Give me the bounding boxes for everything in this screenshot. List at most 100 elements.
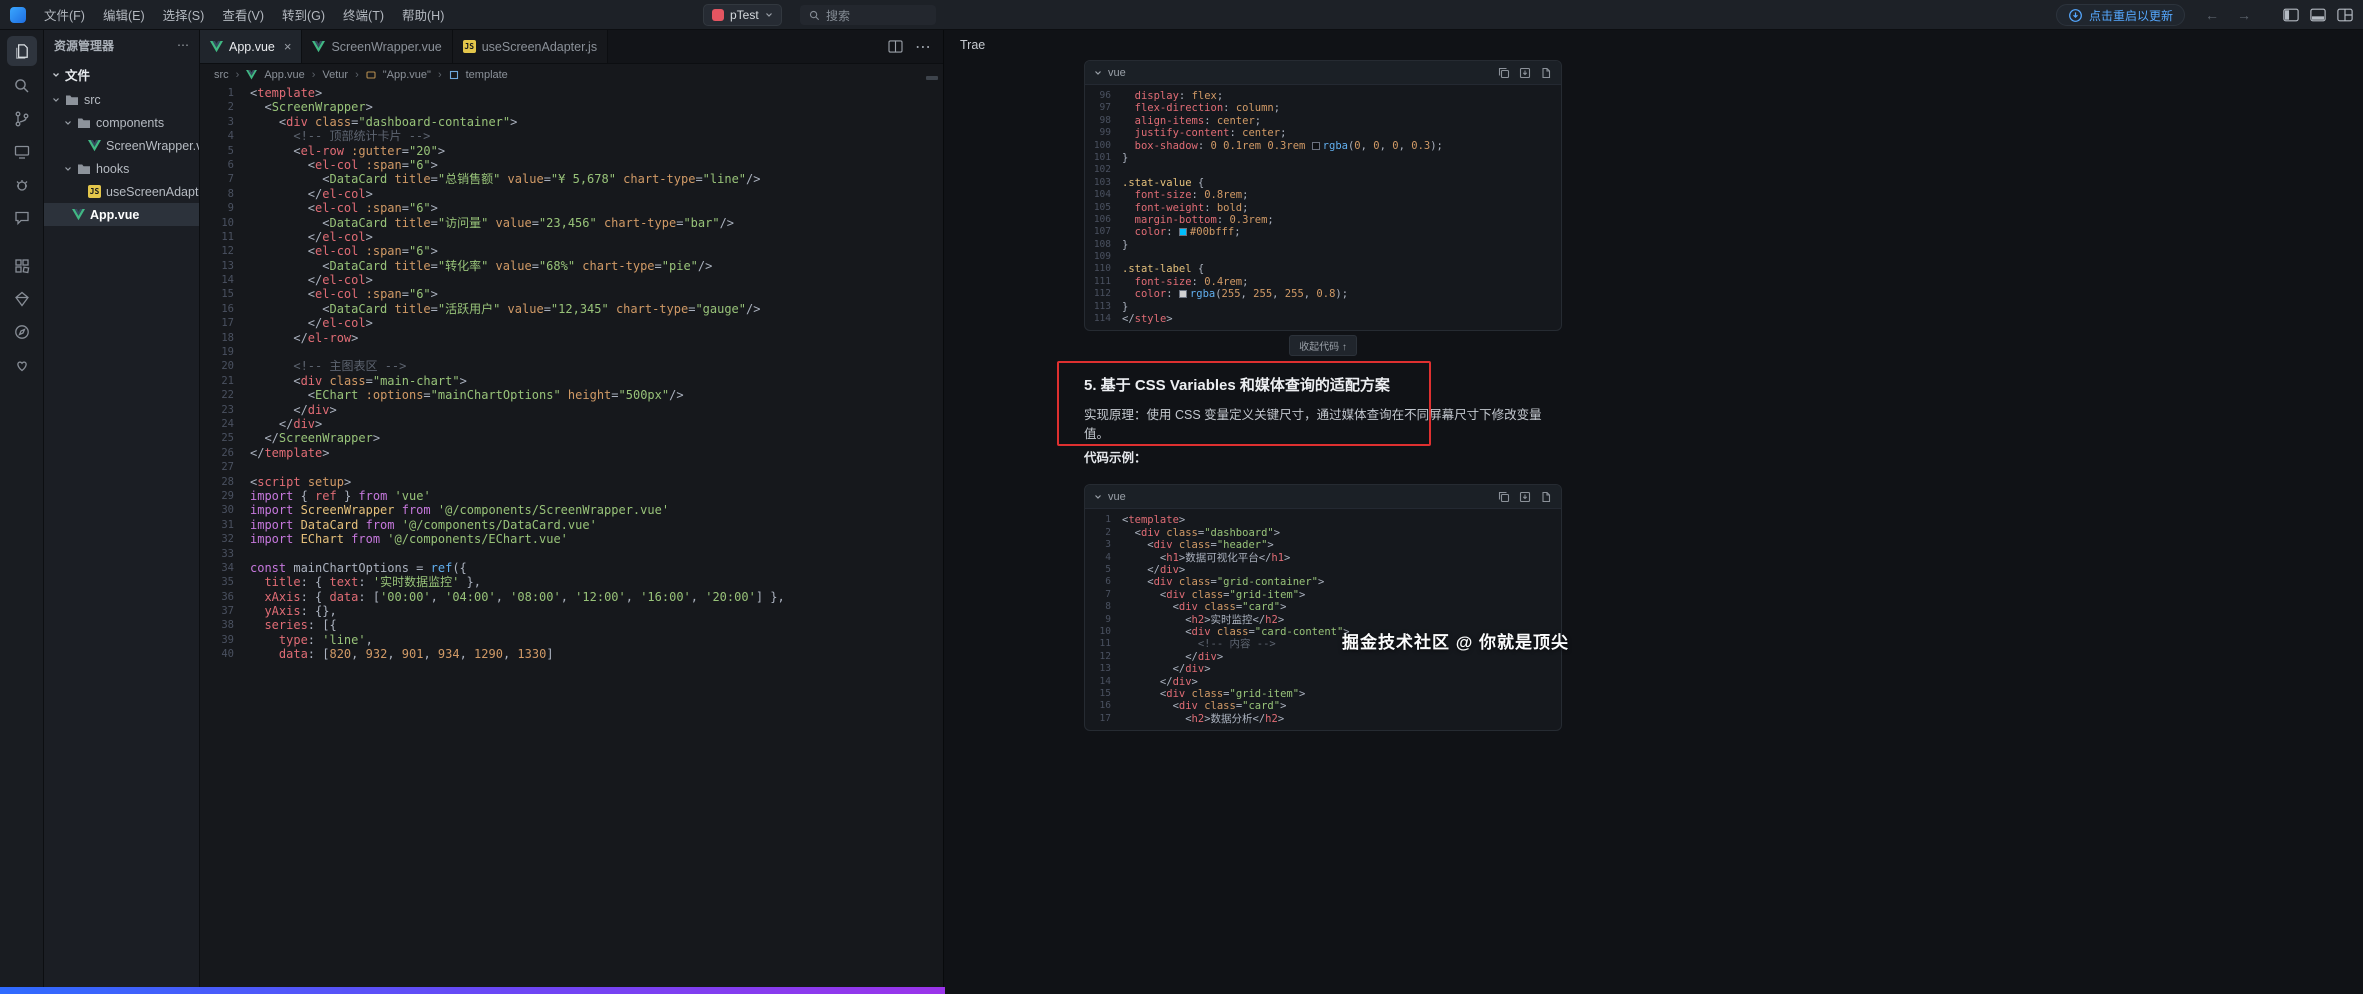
folder-icon <box>77 117 91 129</box>
code-card-header: vue <box>1085 485 1561 509</box>
chat-icon <box>13 209 31 227</box>
tree-item-label: components <box>96 116 164 130</box>
copy-icon[interactable] <box>1498 491 1510 503</box>
tab-usescreenadapter-js[interactable]: JS useScreenAdapter.js <box>453 30 608 63</box>
gem-icon <box>13 290 31 308</box>
js-icon: JS <box>88 185 101 198</box>
menu-view[interactable]: 查看(V) <box>214 2 272 27</box>
new-file-icon[interactable] <box>1540 67 1552 79</box>
split-editor-icon[interactable] <box>888 40 903 53</box>
trae-panel: Trae vue 96 display: flex;97 flex-direct… <box>944 30 2363 994</box>
menu-terminal[interactable]: 终端(T) <box>335 2 392 27</box>
breadcrumb-separator: › <box>355 69 359 81</box>
chevron-down-icon[interactable] <box>1094 69 1102 77</box>
chevron-down-icon <box>64 165 72 173</box>
activity-bar <box>0 30 44 994</box>
scrollbar-thumb[interactable] <box>926 76 938 80</box>
project-selector[interactable]: pTest <box>703 4 782 26</box>
tree-item-src[interactable]: src <box>44 88 199 111</box>
menu-help[interactable]: 帮助(H) <box>394 2 452 27</box>
code-card-actions <box>1498 491 1552 503</box>
section-code-label: 代码示例： <box>1084 447 1562 466</box>
breadcrumb-file[interactable]: App.vue <box>264 69 304 81</box>
back-button[interactable]: ← <box>2203 7 2221 23</box>
menu-selection[interactable]: 选择(S) <box>155 2 213 27</box>
toggle-sidebar-icon[interactable] <box>2283 8 2299 22</box>
copy-icon[interactable] <box>1498 67 1510 79</box>
insert-code-icon[interactable] <box>1519 491 1531 503</box>
menu-file[interactable]: 文件(F) <box>36 2 93 27</box>
breadcrumb-separator: › <box>236 69 240 81</box>
heart-icon <box>13 356 31 374</box>
activity-gem[interactable] <box>7 286 37 312</box>
sidebar-title: 资源管理器 <box>54 37 114 54</box>
tab-screenwrapper-vue[interactable]: ScreenWrapper.vue <box>302 30 452 63</box>
chevron-down-icon[interactable] <box>1094 493 1102 501</box>
tree-item-label: ScreenWrapper.vue <box>106 139 199 153</box>
code-card-header: vue <box>1085 61 1561 85</box>
section-heading: 5. 基于 CSS Variables 和媒体查询的适配方案 <box>1084 374 1562 395</box>
search-icon <box>13 77 31 95</box>
tree-item-label: src <box>84 93 101 107</box>
search-placeholder: 搜索 <box>826 7 850 24</box>
highlighted-section: 5. 基于 CSS Variables 和媒体查询的适配方案 实现原理：使用 C… <box>1084 364 1562 475</box>
debug-icon <box>13 176 31 194</box>
activity-remote-explorer[interactable] <box>7 139 37 165</box>
js-icon: JS <box>463 40 476 53</box>
compass-icon <box>13 323 31 341</box>
code-card-vue: vue 1<template>2 <div class="dashboard">… <box>1084 484 1562 731</box>
tree-item-screenwrapper-vue[interactable]: ScreenWrapper.vue <box>44 134 199 157</box>
global-search[interactable]: 搜索 <box>800 5 936 25</box>
vue-icon <box>312 41 325 53</box>
activity-explorer[interactable] <box>7 36 37 66</box>
update-label: 点击重启以更新 <box>2089 7 2173 24</box>
collapse-code-button[interactable]: 收起代码 ↑ <box>1289 335 1357 356</box>
activity-run-debug[interactable] <box>7 172 37 198</box>
titlebar: 文件(F) 编辑(E) 选择(S) 查看(V) 转到(G) 终端(T) 帮助(H… <box>0 0 2363 30</box>
forward-button[interactable]: → <box>2235 7 2253 23</box>
code-block[interactable]: 1<template>2 <div class="dashboard">3 <d… <box>1085 509 1561 730</box>
code-editor[interactable]: 1<template>2 <ScreenWrapper>3 <div class… <box>200 86 943 994</box>
activity-chat[interactable] <box>7 205 37 231</box>
close-icon[interactable]: × <box>284 39 292 54</box>
code-card-actions <box>1498 67 1552 79</box>
tab-app-vue[interactable]: App.vue × <box>200 30 302 63</box>
breadcrumb-symbol[interactable]: "App.vue" <box>383 69 431 81</box>
tree-item-hooks[interactable]: hooks <box>44 157 199 180</box>
customize-layout-icon[interactable] <box>2337 8 2353 22</box>
toggle-panel-icon[interactable] <box>2310 8 2326 22</box>
app-logo-icon[interactable] <box>10 7 26 23</box>
new-file-icon[interactable] <box>1540 491 1552 503</box>
restart-update-button[interactable]: 点击重启以更新 <box>2056 4 2185 26</box>
breadcrumb-template[interactable]: template <box>466 69 508 81</box>
editor-tabbar: App.vue × ScreenWrapper.vue JS useScreen… <box>200 30 943 64</box>
symbol-field-icon <box>449 70 459 80</box>
breadcrumb-src[interactable]: src <box>214 69 229 81</box>
project-name: pTest <box>730 8 759 22</box>
vue-icon <box>88 140 101 152</box>
sidebar-more-icon[interactable]: ⋯ <box>177 38 189 52</box>
remote-icon <box>13 143 31 161</box>
activity-extensions[interactable] <box>7 253 37 279</box>
folder-icon <box>77 163 91 175</box>
menu-edit[interactable]: 编辑(E) <box>95 2 153 27</box>
files-section-header[interactable]: 文件 <box>44 60 199 88</box>
activity-source-control[interactable] <box>7 106 37 132</box>
activity-heart[interactable] <box>7 352 37 378</box>
menu-goto[interactable]: 转到(G) <box>274 2 333 27</box>
trae-panel-title: Trae <box>960 38 985 52</box>
breadcrumb-vetur[interactable]: Vetur <box>322 69 348 81</box>
menu-bar: 文件(F) 编辑(E) 选择(S) 查看(V) 转到(G) 终端(T) 帮助(H… <box>36 2 452 27</box>
chevron-down-icon <box>765 11 773 19</box>
editor-group: App.vue × ScreenWrapper.vue JS useScreen… <box>200 30 944 994</box>
tree-item-usescreenadapter-js[interactable]: JS useScreenAdapter.js <box>44 180 199 203</box>
insert-code-icon[interactable] <box>1519 67 1531 79</box>
tab-label: useScreenAdapter.js <box>482 40 597 54</box>
activity-compass[interactable] <box>7 319 37 345</box>
tree-item-app-vue[interactable]: App.vue <box>44 203 199 226</box>
tree-item-components[interactable]: components <box>44 111 199 134</box>
bottom-accent-bar <box>0 987 945 994</box>
editor-more-icon[interactable]: ⋯ <box>915 37 931 57</box>
code-block[interactable]: 96 display: flex;97 flex-direction: colu… <box>1085 85 1561 330</box>
activity-search[interactable] <box>7 73 37 99</box>
